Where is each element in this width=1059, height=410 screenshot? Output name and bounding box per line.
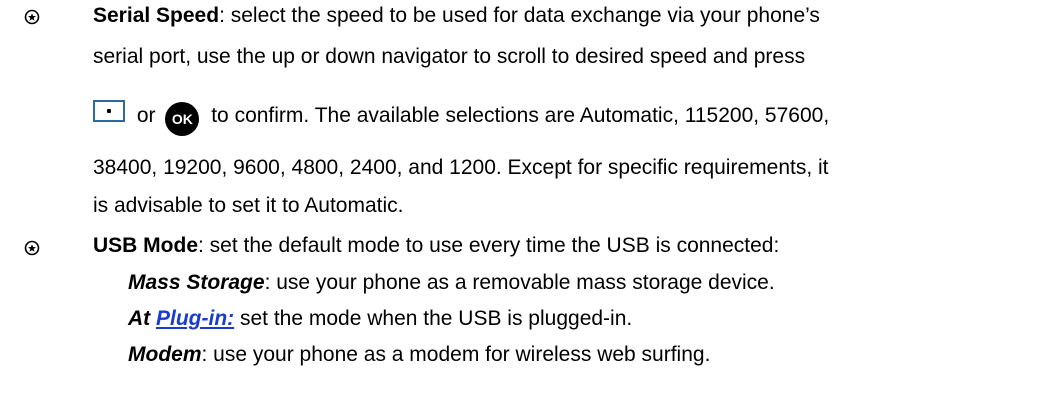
ok-button-icon: OK bbox=[165, 102, 200, 136]
usb-option-mass-storage: Mass Storage: use your phone as a remova… bbox=[128, 271, 775, 294]
usb-mode-term: USB Mode bbox=[93, 234, 198, 257]
usb-mode-line-1: USB Mode: set the default mode to use ev… bbox=[93, 234, 780, 257]
usb-option-plug-in: At Plug-in: set the mode when the USB is… bbox=[128, 307, 633, 330]
serial-speed-line-3: or OK to confirm. The available selectio… bbox=[93, 100, 829, 136]
serial-speed-line-2: serial port, use the up or down navigato… bbox=[93, 45, 806, 68]
serial-speed-line-1: Serial Speed: select the speed to be use… bbox=[93, 4, 820, 27]
serial-speed-line-5: is advisable to set it to Automatic. bbox=[93, 194, 404, 217]
softkey-center-icon bbox=[93, 100, 125, 122]
serial-speed-line-4: 38400, 19200, 9600, 4800, 2400, and 1200… bbox=[93, 156, 829, 179]
plug-in-link[interactable]: Plug-in: bbox=[156, 307, 234, 330]
star-bullet-icon bbox=[24, 9, 40, 25]
usb-option-modem: Modem: use your phone as a modem for wir… bbox=[128, 343, 711, 366]
serial-speed-term: Serial Speed bbox=[93, 4, 220, 27]
star-bullet-icon bbox=[24, 240, 40, 256]
